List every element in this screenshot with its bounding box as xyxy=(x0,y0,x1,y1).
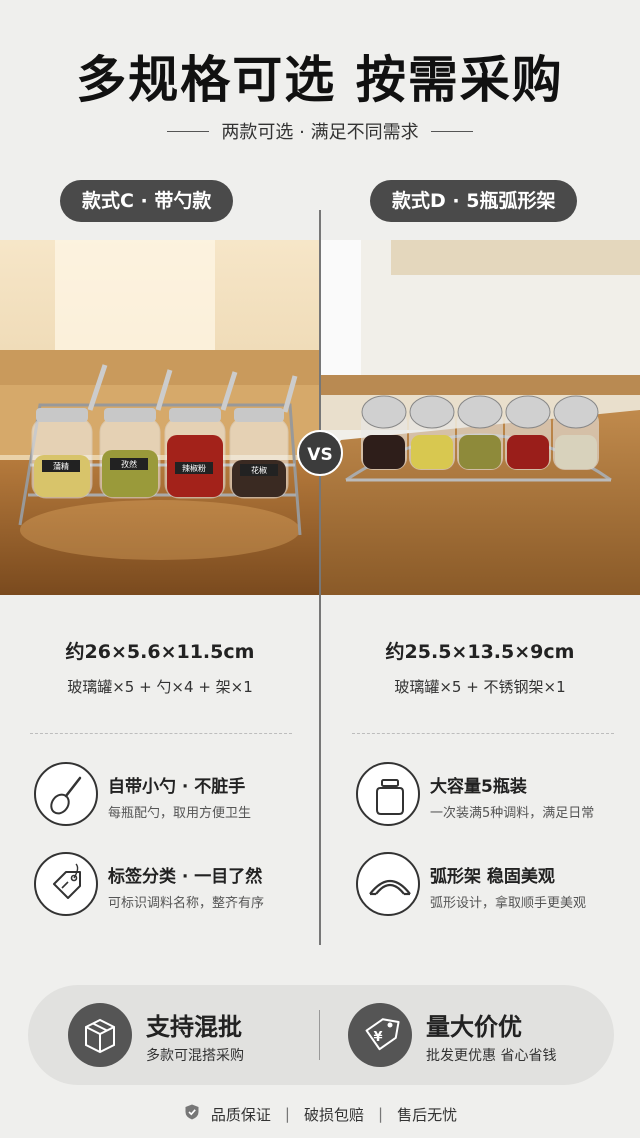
jar-label-4: 花椒 xyxy=(251,465,267,475)
footer-guarantees: 品质保证 | 破损包赔 | 售后无忧 xyxy=(0,1103,640,1125)
feature-title: 大容量5瓶装 xyxy=(430,777,527,797)
feature-tag: 标签分类 · 一目了然 可标识调料名称，整齐有序 xyxy=(34,852,334,922)
style-d-product-photo xyxy=(321,240,640,595)
dashed-divider-left xyxy=(30,733,292,734)
spoon-icon xyxy=(34,762,98,826)
style-d-dimension: 约25.5×13.5×9cm xyxy=(385,641,575,663)
price-tag-icon: ¥ xyxy=(348,1003,412,1067)
vs-badge: VS xyxy=(297,430,343,476)
footer-item-quality: 品质保证 xyxy=(210,1105,271,1124)
tag-icon xyxy=(34,852,98,916)
style-c-product-photo: 蒲精 孜然 辣椒粉 花椒 xyxy=(0,240,319,595)
style-d-pill: 款式D · 5瓶弧形架 xyxy=(370,180,578,222)
benefit-desc: 批发更优惠 省心省钱 xyxy=(426,1048,557,1064)
feature-title: 自带小勺 · 不脏手 xyxy=(108,777,246,797)
jar-label-3: 辣椒粉 xyxy=(182,463,206,473)
benefits-separator xyxy=(319,1010,320,1060)
style-c-pill: 款式C · 带勺款 xyxy=(60,180,234,222)
footer-item-aftersale: 售后无忧 xyxy=(397,1105,458,1124)
style-c-dimension: 约26×5.6×11.5cm xyxy=(65,641,255,663)
bulk-price-benefit: ¥ 量大价优 批发更优惠 省心省钱 xyxy=(328,985,608,1085)
feature-desc: 可标识调料名称，整齐有序 xyxy=(108,896,265,911)
arc-rack-icon xyxy=(356,852,420,916)
style-d-contents: 玻璃罐×5 + 不锈钢架×1 xyxy=(394,678,566,696)
footer-item-damage: 破损包赔 xyxy=(303,1105,364,1124)
subtitle-line-right xyxy=(430,130,473,132)
feature-jar: 大容量5瓶装 一次装满5种调料，满足日常 xyxy=(356,762,640,832)
feature-title: 标签分类 · 一目了然 xyxy=(108,867,263,887)
dashed-divider-right xyxy=(352,733,614,734)
feature-desc: 一次装满5种调料，满足日常 xyxy=(430,806,595,821)
price-tag-text: ¥ xyxy=(373,1030,382,1045)
footer-separator: | xyxy=(284,1105,290,1123)
benefits-card: 支持混批 多款可混搭采购 ¥ 量大价优 批发更优惠 省心省钱 xyxy=(28,985,614,1085)
subtitle: 两款可选 · 满足不同需求 xyxy=(221,122,419,143)
shield-icon xyxy=(183,1103,201,1125)
jar-label-2: 孜然 xyxy=(121,459,137,469)
subtitle-line-left xyxy=(167,130,210,132)
feature-desc: 每瓶配勺，取用方便卫生 xyxy=(108,806,252,821)
feature-desc: 弧形设计，拿取顺手更美观 xyxy=(430,896,587,911)
jar-icon xyxy=(356,762,420,826)
page-title: 多规格可选 按需采购 xyxy=(76,51,564,109)
jar-label-1: 蒲精 xyxy=(53,461,69,471)
benefit-title: 支持混批 xyxy=(146,1013,242,1041)
style-c-contents: 玻璃罐×5 + 勺×4 + 架×1 xyxy=(67,678,253,696)
feature-spoon: 自带小勺 · 不脏手 每瓶配勺，取用方便卫生 xyxy=(34,762,334,832)
box-icon xyxy=(68,1003,132,1067)
benefit-desc: 多款可混搭采购 xyxy=(146,1048,244,1064)
benefit-title: 量大价优 xyxy=(426,1013,522,1041)
footer-separator: | xyxy=(378,1105,384,1123)
feature-arc-rack: 弧形架 稳固美观 弧形设计，拿取顺手更美观 xyxy=(356,852,640,922)
mixed-batch-benefit: 支持混批 多款可混搭采购 xyxy=(28,985,308,1085)
subtitle-row: 两款可选 · 满足不同需求 xyxy=(0,118,640,144)
feature-title: 弧形架 稳固美观 xyxy=(430,867,555,887)
